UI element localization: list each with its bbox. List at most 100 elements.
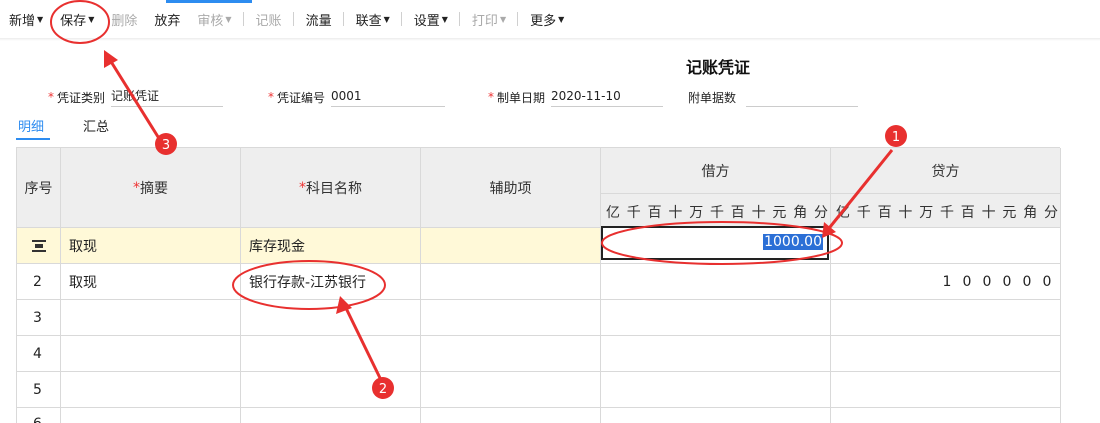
row-credit[interactable]: 1 0 0 0 0 0 — [831, 264, 1061, 300]
more-button[interactable]: 更多 ▼ — [530, 0, 564, 38]
chevron-down-icon: ▼ — [37, 14, 44, 24]
digit-unit-label: 千 — [626, 205, 641, 221]
row-debit[interactable] — [601, 372, 831, 408]
row-debit[interactable] — [601, 300, 831, 336]
digit-unit-label: 角 — [1023, 205, 1038, 221]
voucher-number-label: 凭证编号 — [277, 90, 326, 105]
digit-unit-label: 十 — [981, 205, 996, 221]
save-button[interactable]: 保存 ▼ — [60, 0, 94, 38]
drag-handle-icon — [32, 239, 46, 252]
row-summary[interactable] — [61, 408, 241, 423]
attachments-field[interactable]: 附单据数 — [688, 86, 859, 108]
row-account[interactable] — [241, 372, 421, 408]
row-credit[interactable] — [831, 228, 1061, 264]
voucher-number-field[interactable]: * 凭证编号 0001 — [268, 86, 446, 108]
discard-label: 放弃 — [154, 13, 181, 29]
annotation-marker-1-text: 1 — [892, 130, 900, 145]
cashflow-button[interactable]: 流量 — [306, 0, 332, 38]
add-label: 新增 — [9, 13, 36, 29]
chevron-down-icon: ▼ — [558, 14, 565, 24]
digit-unit-label: 万 — [919, 205, 934, 221]
chevron-down-icon: ▼ — [499, 14, 507, 24]
header-account: * 科目名称 — [241, 148, 421, 228]
digit-unit-label: 亿 — [836, 205, 850, 221]
header-aux: 辅助项 — [421, 148, 601, 228]
page-title: 记账凭证 — [686, 58, 751, 77]
row-seq: 5 — [17, 372, 61, 408]
row-summary[interactable]: 取现 — [61, 228, 241, 264]
print-button[interactable]: 打印 ▼ — [472, 0, 506, 38]
discard-button[interactable]: 放弃 — [154, 0, 180, 38]
digit-unit-label: 百 — [647, 205, 662, 221]
delete-label: 删除 — [111, 13, 138, 29]
row-aux[interactable] — [421, 300, 601, 336]
chevron-down-icon: ▼ — [88, 14, 95, 24]
digit-unit-label: 千 — [940, 205, 954, 221]
row-seq: 3 — [17, 300, 61, 336]
toolbar-active-indicator — [166, 0, 252, 3]
post-button[interactable]: 记账 — [256, 0, 282, 38]
row-summary[interactable] — [61, 300, 241, 336]
row-debit[interactable] — [601, 264, 831, 300]
toolbar-divider — [400, 12, 402, 26]
row-summary[interactable] — [61, 336, 241, 372]
voucher-date-field[interactable]: * 制单日期 2020-11-10 — [488, 86, 664, 108]
voucher-type-field[interactable]: * 凭证类别 记账凭证 — [48, 86, 224, 108]
row-aux[interactable] — [421, 228, 601, 264]
delete-button[interactable]: 删除 — [111, 0, 137, 38]
row-account[interactable]: 库存现金 — [241, 228, 421, 264]
row-credit[interactable] — [831, 300, 1061, 336]
debit-amount-value: 1000.00 — [763, 234, 823, 250]
credit-digit: 0 — [1022, 273, 1032, 290]
debit-digit-units: 亿千百十万千百十元角分 — [601, 194, 831, 228]
row-credit[interactable] — [831, 336, 1061, 372]
required-mark: * — [133, 179, 140, 196]
digit-unit-label: 元 — [772, 205, 787, 221]
row-account[interactable] — [241, 336, 421, 372]
digit-unit-label: 万 — [689, 205, 704, 221]
row-credit[interactable] — [831, 372, 1061, 408]
digit-unit-label: 十 — [751, 205, 766, 221]
more-label: 更多 — [530, 13, 557, 29]
row-aux[interactable] — [421, 336, 601, 372]
row-drag-handle[interactable] — [17, 228, 61, 264]
row-debit[interactable] — [601, 336, 831, 372]
annotation-arrowhead-3 — [104, 50, 118, 68]
required-mark: * — [488, 90, 494, 104]
row-summary[interactable]: 取现 — [61, 264, 241, 300]
toolbar-divider — [242, 12, 244, 26]
voucher-type-value[interactable]: 记账凭证 — [111, 87, 224, 107]
row-seq: 4 — [17, 336, 61, 372]
row-summary[interactable] — [61, 372, 241, 408]
row-aux[interactable] — [421, 372, 601, 408]
credit-digit-units: 亿千百十万千百十元角分 — [831, 194, 1061, 228]
tab-detail[interactable]: 明细 — [18, 116, 44, 135]
digit-unit-label: 分 — [814, 205, 828, 221]
settings-button[interactable]: 设置 ▼ — [414, 0, 448, 38]
attachments-value[interactable] — [746, 87, 859, 107]
post-label: 记账 — [255, 13, 282, 29]
row-account[interactable] — [241, 300, 421, 336]
row-debit[interactable] — [601, 408, 831, 423]
digit-unit-label: 百 — [960, 205, 975, 221]
lookup-label: 联查 — [355, 13, 382, 29]
add-button[interactable]: 新增 ▼ — [9, 0, 43, 38]
row-credit[interactable] — [831, 408, 1061, 423]
row-aux[interactable] — [421, 408, 601, 423]
chevron-down-icon: ▼ — [383, 14, 390, 24]
audit-button[interactable]: 审核 ▼ — [197, 0, 231, 38]
row-account[interactable] — [241, 408, 421, 423]
voucher-date-value[interactable]: 2020-11-10 — [551, 87, 664, 107]
chevron-down-icon: ▼ — [225, 14, 232, 24]
cashflow-label: 流量 — [305, 13, 332, 29]
row-aux[interactable] — [421, 264, 601, 300]
digit-unit-label: 千 — [856, 205, 871, 221]
debit-amount-input[interactable]: 1000.00 — [601, 226, 829, 260]
voucher-number-value[interactable]: 0001 — [331, 87, 446, 107]
digit-unit-label: 分 — [1044, 205, 1058, 221]
header-account-label: 科目名称 — [306, 180, 362, 197]
row-account[interactable]: 银行存款-江苏银行 — [241, 264, 421, 300]
lookup-button[interactable]: 联查 ▼ — [356, 0, 390, 38]
tab-summary[interactable]: 汇总 — [83, 116, 109, 135]
header-debit: 借方 — [601, 148, 831, 194]
